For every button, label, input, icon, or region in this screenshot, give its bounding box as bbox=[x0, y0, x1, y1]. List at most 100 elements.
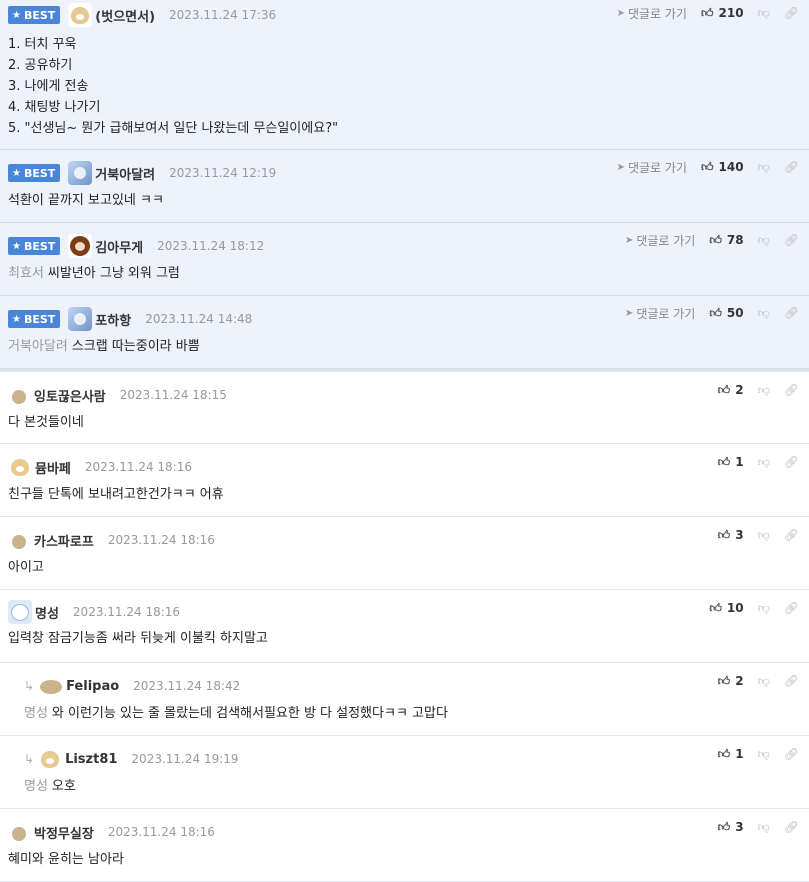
author-name[interactable]: 김아무게 bbox=[95, 237, 143, 256]
navigate-arrow-icon: ➤ bbox=[616, 161, 625, 173]
avatar[interactable] bbox=[68, 3, 93, 27]
like-count: 140 bbox=[718, 160, 744, 174]
link-icon[interactable]: 🔗︎ bbox=[784, 306, 799, 320]
avatar[interactable] bbox=[12, 827, 26, 841]
thumbs-down-icon[interactable]: 👎︎ bbox=[758, 6, 770, 21]
like-button[interactable]: 👍︎ 2 bbox=[718, 674, 744, 689]
comment-text: 오호 bbox=[51, 779, 76, 794]
best-comment: ★ BEST (벗으면서) 2023.11.24 17:36 ➤ 댓글로 가기 👍︎… bbox=[0, 0, 809, 150]
author-name[interactable]: Liszt81 bbox=[65, 752, 117, 767]
author-name[interactable]: 뮴바페 bbox=[35, 458, 71, 477]
link-icon[interactable]: 🔗︎ bbox=[784, 747, 799, 761]
like-button[interactable]: 👍︎ 1 bbox=[718, 455, 744, 470]
goto-reply-link[interactable]: ➤ 댓글로 가기 bbox=[617, 5, 687, 22]
author-name[interactable]: 카스파로프 bbox=[34, 531, 94, 550]
mention-link[interactable]: 거북아달려 bbox=[8, 339, 68, 354]
author-name[interactable]: 잉토끊은사람 bbox=[34, 386, 106, 405]
thumbs-up-icon: 👍︎ bbox=[717, 454, 731, 469]
like-count: 210 bbox=[718, 6, 744, 20]
thumbs-down-icon[interactable]: 👎︎ bbox=[758, 455, 770, 470]
comment-actions: 👍︎ 1 👎︎ 🔗︎ bbox=[718, 449, 799, 475]
comment-actions: ➤ 댓글로 가기 👍︎ 210 👎︎ 🔗︎ bbox=[617, 0, 799, 26]
avatar[interactable] bbox=[68, 161, 93, 185]
avatar[interactable] bbox=[40, 680, 63, 694]
comment-body: 입력창 잠금기능좀 써라 뒤늦게 이불킥 하지말고 bbox=[8, 628, 801, 649]
comment-line: 4. 채팅방 나가기 bbox=[8, 100, 101, 115]
like-button[interactable]: 👍︎ 78 bbox=[709, 233, 743, 248]
thumbs-down-icon[interactable]: 👎︎ bbox=[758, 601, 770, 616]
link-icon[interactable]: 🔗︎ bbox=[784, 383, 799, 397]
like-button[interactable]: 👍︎ 1 bbox=[718, 747, 744, 762]
like-button[interactable]: 👍︎ 2 bbox=[718, 383, 744, 398]
link-icon[interactable]: 🔗︎ bbox=[784, 6, 799, 20]
thumbs-down-icon[interactable]: 👎︎ bbox=[758, 306, 770, 321]
thumbs-down-icon[interactable]: 👎︎ bbox=[758, 233, 770, 248]
author-name[interactable]: 명성 bbox=[35, 603, 59, 622]
avatar[interactable] bbox=[68, 234, 93, 258]
link-icon[interactable]: 🔗︎ bbox=[784, 601, 799, 615]
author-name[interactable]: 박정무실장 bbox=[34, 823, 94, 842]
comment-time: 2023.11.24 18:16 bbox=[84, 460, 192, 474]
link-icon[interactable]: 🔗︎ bbox=[784, 160, 799, 174]
comment-body: 최효서 씨발년아 그냥 외워 그럼 bbox=[8, 263, 801, 284]
thumbs-down-icon[interactable]: 👎︎ bbox=[758, 528, 770, 543]
goto-reply-link[interactable]: ➤ 댓글로 가기 bbox=[617, 159, 687, 176]
comment-body: 명성 오호 bbox=[24, 776, 801, 797]
comment-header: 박정무실장 2023.11.24 18:16 bbox=[8, 817, 801, 847]
author-name[interactable]: 거북아달려 bbox=[95, 164, 155, 183]
comment-actions: 👍︎ 3 👎︎ 🔗︎ bbox=[718, 814, 799, 840]
avatar[interactable] bbox=[8, 600, 32, 624]
avatar[interactable] bbox=[8, 455, 32, 479]
reply-comment: ↳ Liszt81 2023.11.24 19:19 👍︎ 1 👎︎ 🔗︎ 명성 오… bbox=[0, 736, 809, 809]
comment-time: 2023.11.24 17:36 bbox=[169, 8, 277, 22]
author-name[interactable]: 포하항 bbox=[95, 310, 131, 329]
thumbs-down-icon[interactable]: 👎︎ bbox=[758, 383, 770, 398]
comment-text: 다 본것들이네 bbox=[8, 415, 84, 430]
comment-body: 석환이 끝까지 보고있네 ㅋㅋ bbox=[8, 190, 801, 211]
link-icon[interactable]: 🔗︎ bbox=[784, 674, 799, 688]
thumbs-down-icon[interactable]: 👎︎ bbox=[758, 160, 770, 175]
mention-link[interactable]: 최효서 bbox=[8, 266, 44, 281]
best-badge: ★ BEST bbox=[8, 310, 61, 328]
comment-line: 2. 공유하기 bbox=[8, 58, 73, 73]
like-button[interactable]: 👍︎ 3 bbox=[718, 820, 744, 835]
like-button[interactable]: 👍︎ 3 bbox=[718, 528, 744, 543]
avatar[interactable] bbox=[12, 535, 26, 549]
comment-text: 석환이 끝까지 보고있네 ㅋㅋ bbox=[8, 193, 164, 208]
comment-line: 3. 나에게 전송 bbox=[8, 79, 89, 94]
thumbs-down-icon[interactable]: 👎︎ bbox=[758, 674, 770, 689]
comment-time: 2023.11.24 18:15 bbox=[119, 388, 227, 402]
navigate-arrow-icon: ➤ bbox=[616, 7, 625, 19]
reply-comment: ↳ Felipao 2023.11.24 18:42 👍︎ 2 👎︎ 🔗︎ 명성 와… bbox=[0, 663, 809, 736]
comment-body: 1. 터치 꾸욱 2. 공유하기 3. 나에게 전송 4. 채팅방 나가기 5.… bbox=[8, 34, 801, 139]
comment-text: 와 이런기능 있는 줄 몰랐는데 검색해서필요한 방 다 설정했다ㅋㅋ 고맙다 bbox=[51, 706, 448, 721]
author-name[interactable]: (벗으면서) bbox=[95, 6, 155, 25]
star-icon: ★ bbox=[12, 240, 21, 252]
avatar[interactable] bbox=[38, 747, 63, 771]
like-button[interactable]: 👍︎ 10 bbox=[709, 601, 743, 616]
thumbs-down-icon[interactable]: 👎︎ bbox=[758, 747, 770, 762]
avatar[interactable] bbox=[68, 307, 93, 331]
best-badge: ★ BEST bbox=[8, 237, 61, 255]
mention-link[interactable]: 명성 bbox=[24, 779, 48, 794]
author-name[interactable]: Felipao bbox=[66, 679, 119, 694]
link-icon[interactable]: 🔗︎ bbox=[784, 820, 799, 834]
comment-time: 2023.11.24 18:16 bbox=[72, 605, 181, 619]
thumbs-up-icon: 👍︎ bbox=[700, 5, 714, 20]
mention-link[interactable]: 명성 bbox=[24, 706, 48, 721]
link-icon[interactable]: 🔗︎ bbox=[784, 455, 799, 469]
goto-reply-link[interactable]: ➤ 댓글로 가기 bbox=[625, 232, 695, 249]
like-button[interactable]: 👍︎ 210 bbox=[701, 6, 744, 21]
thumbs-up-icon: 👍︎ bbox=[709, 232, 722, 247]
comment-body: 혜미와 윤히는 남아라 bbox=[8, 849, 801, 870]
thumbs-down-icon[interactable]: 👎︎ bbox=[758, 820, 770, 835]
link-icon[interactable]: 🔗︎ bbox=[784, 528, 799, 542]
like-button[interactable]: 👍︎ 50 bbox=[709, 306, 743, 321]
goto-reply-link[interactable]: ➤ 댓글로 가기 bbox=[625, 305, 695, 322]
avatar[interactable] bbox=[12, 390, 26, 404]
comment-actions: 👍︎ 10 👎︎ 🔗︎ bbox=[709, 595, 799, 621]
link-icon[interactable]: 🔗︎ bbox=[784, 233, 799, 247]
comment-time: 2023.11.24 18:42 bbox=[133, 679, 241, 693]
like-button[interactable]: 👍︎ 140 bbox=[701, 160, 744, 175]
comment-time: 2023.11.24 18:16 bbox=[107, 533, 215, 547]
